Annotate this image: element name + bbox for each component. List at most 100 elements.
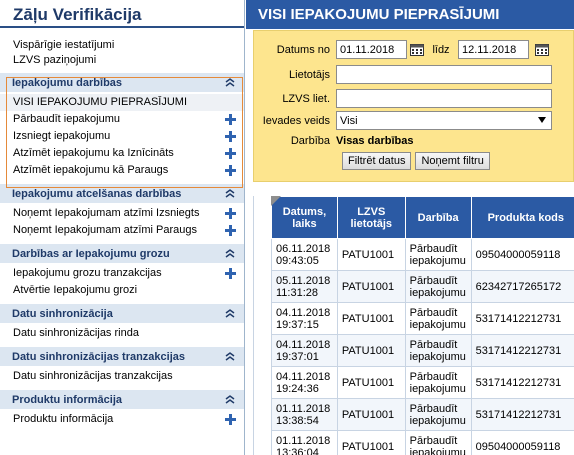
filter-panel: Datums no līdz Lietotājs LZVS liet. Ieva… [253,30,574,182]
table-cell: 53171412212731 [470,366,574,399]
sidebar-item[interactable]: Noņemt Iepakojumam atzīmi Izsniegts [0,205,244,222]
section-header[interactable]: Darbības ar Iepakojumu grozu [0,243,244,263]
table-cell: PATU1001 [336,430,406,455]
input-type-row: Ievades veids [254,111,552,130]
page-title: VISI IEPAKOJUMU PIEPRASĪJUMI [246,0,574,29]
table-cell: Pārbaudīt iepakojumu [404,238,472,271]
lzvs-user-input[interactable] [336,89,552,108]
section-title: Produktu informācija [12,393,123,406]
table-row[interactable]: 04.11.2018 19:24:36 PATU1001 Pārbaudīt iep… [271,366,574,399]
sidebar-item-label: Noņemt Iepakojumam atzīmi Izsniegts [13,207,200,219]
section-title: Datu sinhronizācija [12,307,113,320]
link-general-settings[interactable]: Vispārīgie iestatījumi [13,38,244,53]
col-header-datetime[interactable]: Datums, laiks [271,196,338,239]
sidebar-item[interactable]: Iepakojumu grozu tranzakcijas [0,265,244,282]
table-row[interactable]: 01.11.2018 13:36:04 PATU1001 Pārbaudīt iep… [271,430,574,455]
table-left-gutter [253,196,271,455]
clear-filter-button[interactable]: Noņemt filtru [415,152,490,170]
table-cell: 04.11.2018 19:37:01 [271,334,338,367]
section-title: Darbības ar Iepakojumu grozu [12,247,170,260]
sidebar-item-label: Produktu informācija [13,413,114,425]
input-type-value[interactable] [336,111,552,130]
collapse-chevron-icon[interactable] [224,308,236,320]
table-cell: 06.11.2018 09:43:05 [271,238,338,271]
input-type-select[interactable] [336,111,552,130]
table-cell: 01.11.2018 13:38:54 [271,398,338,431]
dropdown-arrow-icon[interactable] [538,117,546,123]
main-panel: VISI IEPAKOJUMU PIEPRASĪJUMI Datums no l… [246,0,574,455]
collapse-chevron-icon[interactable] [224,248,236,260]
date-to-input[interactable] [458,40,529,59]
user-input[interactable] [336,65,552,84]
calendar-icon[interactable] [535,43,549,56]
collapse-chevron-icon[interactable] [224,394,236,406]
user-label: Lietotājs [289,68,330,81]
section-items: Iepakojumu grozu tranzakcijas Atvērtie Ie… [0,263,244,303]
table-cell: PATU1001 [336,270,406,303]
section-items: Produktu informācija [0,409,244,432]
table-cell: 62342717265172 [470,270,574,303]
table-header-row: Datums, laiks LZVS lietotājs Darbība Pro… [271,196,574,239]
section-title: Iepakojumu atcelšanas darbības [12,187,182,200]
sidebar-item[interactable]: Atvērtie Iepakojumu grozi [0,282,244,299]
section-header[interactable]: Produktu informācija [0,389,244,409]
section-items: Noņemt Iepakojumam atzīmi Izsniegts Noņem… [0,203,244,243]
table-cell: 09504000059118 [470,238,574,271]
table-cell: Pārbaudīt iepakojumu [404,270,472,303]
section-header[interactable]: Datu sinhronizācija [0,303,244,323]
plus-icon[interactable] [225,225,236,236]
table-cell: Pārbaudīt iepakojumu [404,334,472,367]
sidebar: Zāļu Verifikācija Vispārīgie iestatījumi… [0,0,245,455]
table-row[interactable]: 01.11.2018 13:38:54 PATU1001 Pārbaudīt iep… [271,398,574,431]
action-row: Darbība Visas darbības [254,135,414,147]
sidebar-item-label: Atvērtie Iepakojumu grozi [13,284,138,296]
table-cell: PATU1001 [336,238,406,271]
table-cell: 04.11.2018 19:37:15 [271,302,338,335]
lzvs-user-row: LZVS liet. [254,89,552,108]
user-row: Lietotājs [254,65,552,84]
requests-table: Datums, laiks LZVS lietotājs Darbība Pro… [271,196,574,455]
table-row[interactable]: 05.11.2018 11:31:28 PATU1001 Pārbaudīt iep… [271,270,574,303]
sidebar-item[interactable]: Datu sinhronizācijas rinda [0,325,244,342]
link-lzvs-notifications[interactable]: LZVS paziņojumi [13,53,244,68]
plus-icon[interactable] [225,268,236,279]
section-header[interactable]: Datu sinhronizācijas tranzakcijas [0,346,244,366]
action-value: Visas darbības [336,135,414,147]
sort-corner-icon [271,196,281,206]
table-cell: Pārbaudīt iepakojumu [404,302,472,335]
col-header-action[interactable]: Darbība [404,196,472,239]
action-label: Darbība [290,135,330,147]
plus-icon[interactable] [225,208,236,219]
date-to-label: līdz [432,43,450,56]
input-type-label: Ievades veids [262,114,330,127]
lzvs-user-label: LZVS liet. [282,92,330,105]
table-row[interactable]: 04.11.2018 19:37:01 PATU1001 Pārbaudīt iep… [271,334,574,367]
top-links: Vispārīgie iestatījumi LZVS paziņojumi [0,28,244,72]
date-row: Datums no līdz [254,40,549,59]
date-from-input[interactable] [336,40,407,59]
plus-icon[interactable] [225,414,236,425]
sidebar-item-label: Noņemt Iepakojumam atzīmi Paraugs [13,224,198,236]
table-cell: 53171412212731 [470,302,574,335]
app-title: Zāļu Verifikācija [0,0,244,28]
section-items: Datu sinhronizācijas rinda [0,323,244,346]
calendar-icon[interactable] [410,43,424,56]
filter-button[interactable]: Filtrēt datus [342,152,412,170]
sidebar-item[interactable]: Produktu informācija [0,411,244,428]
table-cell: Pārbaudīt iepakojumu [404,398,472,431]
sidebar-item[interactable]: Datu sinhronizācijas tranzakcijas [0,368,244,385]
collapse-chevron-icon[interactable] [224,188,236,200]
selected-section-highlight [6,77,243,188]
col-header-lzvs-user[interactable]: LZVS lietotājs [336,196,406,239]
table-cell: Pārbaudīt iepakojumu [404,366,472,399]
sidebar-item[interactable]: Noņemt Iepakojumam atzīmi Paraugs [0,222,244,239]
table-row[interactable]: 04.11.2018 19:37:15 PATU1001 Pārbaudīt iep… [271,302,574,335]
table-cell: 53171412212731 [470,398,574,431]
table-cell: PATU1001 [336,366,406,399]
table-cell: PATU1001 [336,302,406,335]
table-cell: 04.11.2018 19:24:36 [271,366,338,399]
collapse-chevron-icon[interactable] [224,351,236,363]
table-row[interactable]: 06.11.2018 09:43:05 PATU1001 Pārbaudīt iep… [271,238,574,271]
col-header-product-code[interactable]: Produkta kods [470,196,574,239]
table-cell: Pārbaudīt iepakojumu [404,430,472,455]
